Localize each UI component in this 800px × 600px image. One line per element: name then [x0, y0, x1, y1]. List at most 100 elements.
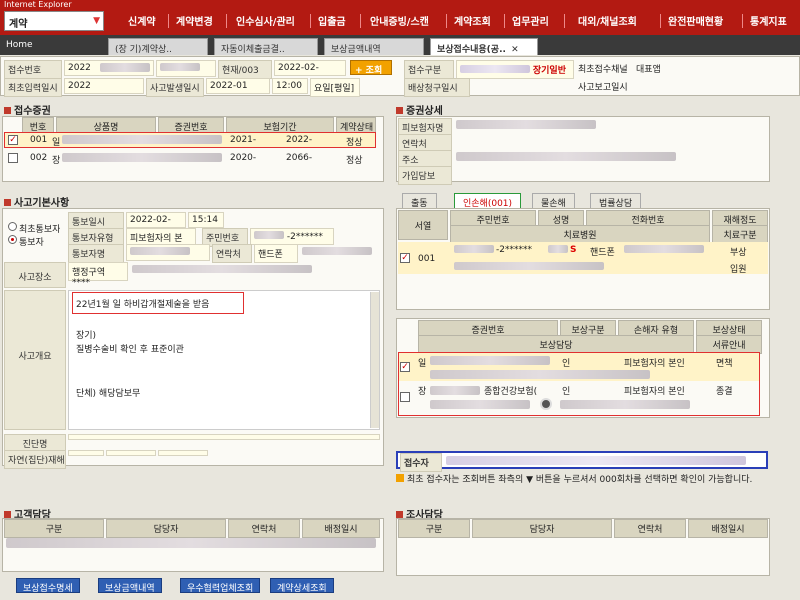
menu-divider [742, 14, 743, 28]
customer-col-date: 배정일시 [302, 519, 380, 538]
tab-auto-transfer[interactable]: 자동이체출금결.. [214, 38, 318, 55]
redacted [560, 400, 690, 409]
first-reporter-radio[interactable] [8, 222, 17, 231]
receiver-note: 최초 접수자는 조회버튼 좌측의 ▼ 버튼을 누르셔서 000회차를 선택하면 … [396, 474, 768, 486]
window-title: Internet Explorer [4, 0, 72, 9]
tab-personal-damage[interactable]: 인손해(001) [454, 193, 522, 209]
contract-detail-button[interactable]: 계약상세조회 [270, 578, 334, 594]
redacted [624, 245, 704, 253]
menu-statistics[interactable]: 통계지표 [750, 13, 787, 28]
policy-row-start: 2020- [230, 153, 257, 163]
menu-divider [660, 14, 661, 28]
search-button[interactable]: + 조회 [350, 60, 392, 76]
menu-channel-inquiry[interactable]: 대외/채널조회 [578, 13, 637, 28]
menu-scan[interactable]: 안내증빙/스캔 [370, 13, 429, 28]
receiver-label: 접수자 [400, 453, 442, 472]
menu-divider [360, 14, 361, 28]
handling-row-status: 종결 [716, 387, 733, 397]
coverage-label: 가입담보 [398, 166, 452, 185]
handling-row-checkbox[interactable]: ✓ [400, 362, 410, 372]
ssn-value: -2****** [286, 232, 323, 242]
report-time-field[interactable]: 15:14 [188, 212, 224, 228]
redacted [460, 65, 530, 73]
disaster-select-1[interactable] [68, 450, 104, 456]
handling-row-prefix: 일 [418, 359, 427, 369]
tab-claim-reception[interactable]: 보상접수내용(공.. ✕ [430, 38, 538, 55]
disaster-select-2[interactable] [106, 450, 156, 456]
claim-amount-button[interactable]: 보상금액내역 [98, 578, 162, 594]
tab-home[interactable]: Home [6, 40, 33, 50]
report-date-field[interactable]: 2022-02- [126, 212, 186, 228]
policy-row-checkbox[interactable]: ✓ [8, 135, 18, 145]
accident-date-field[interactable]: 2022-01 [206, 78, 270, 94]
accident-day-field: 요일[평일] [310, 78, 360, 97]
tab-claim-amount[interactable]: 보상금액내역 [324, 38, 424, 55]
first-input-date-label: 최초입력일시 [4, 78, 62, 97]
customer-col-manager: 담당자 [106, 519, 226, 538]
contact-type-select[interactable]: 핸드폰 [254, 244, 298, 263]
menu-deposit[interactable]: 입출금 [318, 13, 346, 28]
damage-col-seq: 서열 [398, 210, 448, 240]
handling-row-product: 종합건강보험( [484, 387, 538, 397]
handling-row-owner: 피보험자의 본인 [624, 387, 685, 397]
menu-contract-change[interactable]: 계약변경 [176, 13, 213, 28]
summary-scrollbar[interactable] [370, 292, 379, 428]
policy-row-checkbox[interactable] [8, 153, 18, 163]
policy-detail-title: 증권상세 [396, 102, 443, 117]
first-reporter-label: 최초통보자 [19, 225, 61, 235]
menu-new-contract[interactable]: 신계약 [128, 13, 156, 28]
section-marker-icon [4, 199, 11, 206]
section-marker-icon [4, 511, 11, 518]
reporter-radio[interactable] [8, 235, 17, 244]
place-mask: **** [72, 278, 90, 288]
redacted [160, 63, 200, 71]
damage-row-severity: 부상 [730, 248, 747, 258]
menu-work-management[interactable]: 업무관리 [512, 13, 549, 28]
damage-row-no: 001 [418, 254, 436, 264]
app-selector-label: 계약 [9, 19, 28, 30]
diagnosis-field[interactable] [68, 434, 380, 440]
tab-legal-consult[interactable]: 법률상담 [590, 193, 642, 209]
contact-label: 연락처 [212, 244, 252, 263]
menu-sales-status[interactable]: 완전판매현황 [668, 13, 723, 28]
menu-contract-inquiry[interactable]: 계약조회 [454, 13, 491, 28]
redacted [454, 245, 494, 253]
reception-no-suffix-field[interactable] [156, 60, 216, 77]
ssn-field[interactable]: -2****** [250, 228, 334, 245]
close-icon[interactable]: ✕ [511, 45, 519, 55]
redacted [454, 262, 604, 270]
section-marker-icon [396, 511, 403, 518]
menu-underwriting[interactable]: 인수심사/관리 [236, 13, 295, 28]
damage-row-name: S [570, 245, 577, 255]
reporter-label: 통보자 [19, 238, 44, 248]
policy-row-prefix: 일 [52, 138, 61, 148]
partner-search-button[interactable]: 우수협력업체조회 [180, 578, 261, 594]
first-input-date-field[interactable]: 2022 [64, 78, 144, 94]
tab-claim-reception-label: 보상접수내용(공.. [437, 45, 506, 55]
tab-contract[interactable]: (장 기)계약상.. [108, 38, 208, 55]
damage-row-checkbox[interactable]: ✓ [400, 253, 410, 263]
claim-statement-button[interactable]: 보상접수명세 [16, 578, 80, 594]
policy-row-start: 2021- [230, 135, 257, 145]
redacted [456, 152, 676, 161]
claim-date-label: 배상청구일시 [404, 78, 470, 97]
reception-type-value: 장기일반 [532, 66, 566, 76]
app-selector[interactable]: 계약 ▼ [4, 11, 104, 31]
current-date-field[interactable]: 2022-02- [274, 60, 346, 76]
tab-dispatch[interactable]: 출동 [402, 193, 437, 209]
redacted [430, 386, 480, 395]
person-icon [540, 398, 552, 410]
handling-row-checkbox[interactable] [400, 392, 410, 402]
tab-property-damage[interactable]: 물손해 [532, 193, 575, 209]
reception-type-field[interactable]: 장기일반 [456, 60, 574, 79]
accident-date-label: 사고발생일시 [146, 78, 204, 97]
redacted [130, 247, 190, 255]
disaster-label: 자연(집단)재해 [4, 450, 66, 469]
policy-row-status: 정상 [346, 156, 363, 166]
reporter-name-field[interactable] [126, 244, 210, 261]
accident-time-field[interactable]: 12:00 [272, 78, 308, 94]
first-channel-value: 대표앱 [636, 65, 661, 75]
summary-line-4: 단체) 해당담보무 [76, 389, 141, 399]
handling-row-type: 인 [562, 387, 571, 397]
disaster-select-3[interactable] [158, 450, 208, 456]
